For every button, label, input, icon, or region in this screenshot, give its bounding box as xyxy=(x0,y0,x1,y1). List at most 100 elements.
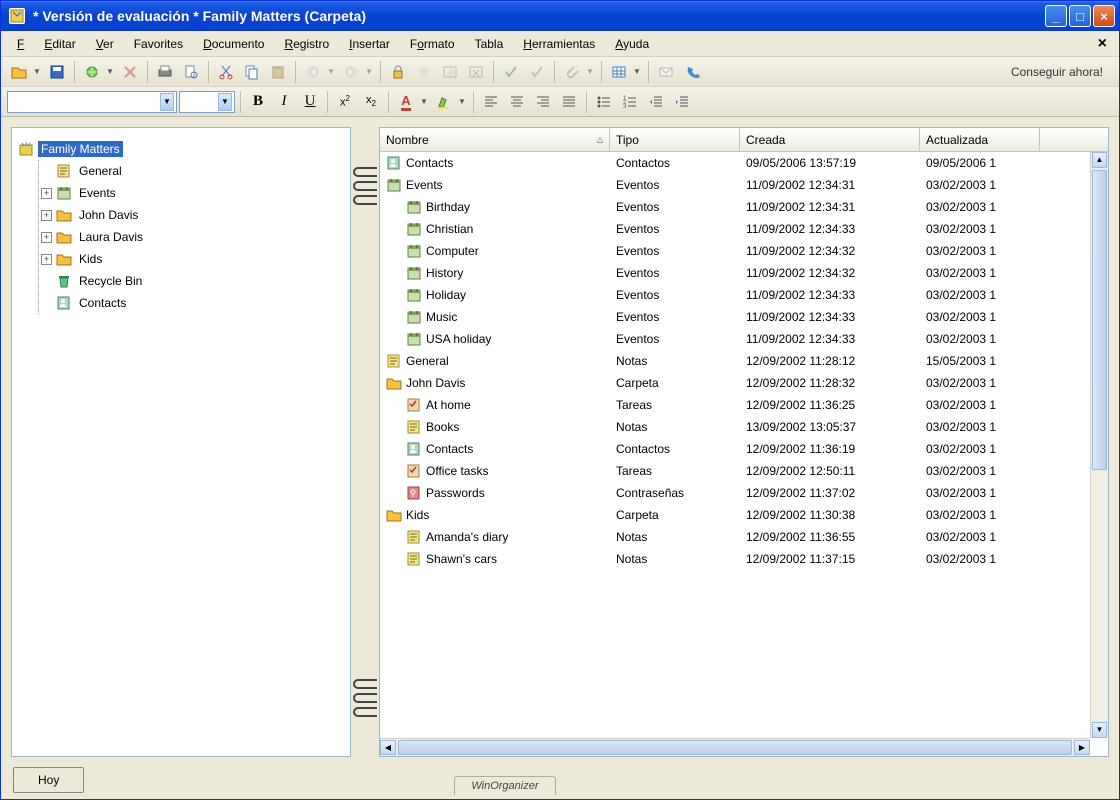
menu-fichero[interactable]: F xyxy=(7,33,34,55)
indent-button[interactable] xyxy=(670,90,694,114)
tree-panel[interactable]: Family Matters General+Events+John Davis… xyxy=(11,127,351,757)
lock-button[interactable] xyxy=(386,60,410,84)
menu-herramientas[interactable]: Herramientas xyxy=(513,33,605,55)
open-dropdown[interactable]: ▼ xyxy=(33,67,43,76)
close-doc-button[interactable] xyxy=(464,60,488,84)
tree-item[interactable]: +Laura Davis xyxy=(41,226,344,248)
tree-item[interactable]: General xyxy=(41,160,344,182)
menu-documento[interactable]: Documento xyxy=(193,33,274,55)
favorite-button[interactable] xyxy=(412,60,436,84)
back-button[interactable] xyxy=(301,60,325,84)
print-button[interactable] xyxy=(153,60,177,84)
table-row[interactable]: HolidayEventos11/09/2002 12:34:3303/02/2… xyxy=(380,284,1108,306)
check2-button[interactable] xyxy=(525,60,549,84)
menu-close-icon[interactable]: × xyxy=(1092,35,1113,53)
italic-button[interactable]: I xyxy=(272,90,296,114)
font-color-button[interactable]: A xyxy=(394,90,418,114)
table-row[interactable]: GeneralNotas12/09/2002 11:28:1215/05/200… xyxy=(380,350,1108,372)
hscroll-thumb[interactable] xyxy=(398,740,1072,755)
menu-ver[interactable]: Ver xyxy=(86,33,124,55)
horizontal-scrollbar[interactable]: ◀ ▶ xyxy=(380,738,1090,756)
table-row[interactable]: USA holidayEventos11/09/2002 12:34:3303/… xyxy=(380,328,1108,350)
table-row[interactable]: Amanda's diaryNotas12/09/2002 11:36:5503… xyxy=(380,526,1108,548)
table-row[interactable]: PasswordsContraseñas12/09/2002 11:37:020… xyxy=(380,482,1108,504)
outdent-button[interactable] xyxy=(644,90,668,114)
tree-item[interactable]: Recycle Bin xyxy=(41,270,344,292)
table-row[interactable]: John DavisCarpeta12/09/2002 11:28:3203/0… xyxy=(380,372,1108,394)
col-creada[interactable]: Creada xyxy=(740,128,920,151)
col-nombre[interactable]: Nombre△ xyxy=(380,128,610,151)
check-button[interactable] xyxy=(499,60,523,84)
superscript-button[interactable]: x2 xyxy=(333,90,357,114)
table-row[interactable]: ComputerEventos11/09/2002 12:34:3203/02/… xyxy=(380,240,1108,262)
menu-registro[interactable]: Registro xyxy=(274,33,339,55)
numbering-button[interactable]: 123 xyxy=(618,90,642,114)
scroll-right-button[interactable]: ▶ xyxy=(1074,740,1090,755)
copy-button[interactable] xyxy=(240,60,264,84)
minimize-button[interactable]: _ xyxy=(1045,5,1067,27)
list-body[interactable]: ContactsContactos09/05/2006 13:57:1909/0… xyxy=(380,152,1108,756)
tree-item[interactable]: +John Davis xyxy=(41,204,344,226)
align-left-button[interactable] xyxy=(479,90,503,114)
expander-icon[interactable]: + xyxy=(41,188,52,199)
expander-icon[interactable]: + xyxy=(41,210,52,221)
table-row[interactable]: ContactsContactos09/05/2006 13:57:1909/0… xyxy=(380,152,1108,174)
forward-button[interactable] xyxy=(339,60,363,84)
scroll-left-button[interactable]: ◀ xyxy=(380,740,396,755)
highlight-button[interactable] xyxy=(432,90,456,114)
menu-tabla[interactable]: Tabla xyxy=(465,33,514,55)
tree-item[interactable]: Contacts xyxy=(41,292,344,314)
size-combo[interactable]: ▼ xyxy=(179,91,235,113)
preview-button[interactable] xyxy=(179,60,203,84)
bullets-button[interactable] xyxy=(592,90,616,114)
attach-dropdown[interactable]: ▼ xyxy=(586,67,596,76)
tree-root[interactable]: Family Matters xyxy=(18,138,344,160)
phone-button[interactable] xyxy=(680,60,704,84)
menu-ayuda[interactable]: Ayuda xyxy=(605,33,659,55)
cut-button[interactable] xyxy=(214,60,238,84)
tree-item[interactable]: +Events xyxy=(41,182,344,204)
table-row[interactable]: Shawn's carsNotas12/09/2002 11:37:1503/0… xyxy=(380,548,1108,570)
expander-icon[interactable]: + xyxy=(41,254,52,265)
new-dropdown[interactable]: ▼ xyxy=(106,67,116,76)
table-row[interactable]: BirthdayEventos11/09/2002 12:34:3103/02/… xyxy=(380,196,1108,218)
forward-dropdown[interactable]: ▼ xyxy=(365,67,375,76)
scroll-up-button[interactable]: ▲ xyxy=(1092,152,1107,168)
today-button[interactable]: Hoy xyxy=(13,767,84,793)
close-button[interactable]: × xyxy=(1093,5,1115,27)
scroll-thumb[interactable] xyxy=(1092,170,1107,470)
scroll-down-button[interactable]: ▼ xyxy=(1092,722,1107,738)
vertical-scrollbar[interactable]: ▲ ▼ xyxy=(1090,152,1108,738)
paste-button[interactable] xyxy=(266,60,290,84)
subscript-button[interactable]: x2 xyxy=(359,90,383,114)
menu-formato[interactable]: Formato xyxy=(400,33,465,55)
highlight-dropdown[interactable]: ▼ xyxy=(458,97,468,106)
attach-button[interactable] xyxy=(560,60,584,84)
table-row[interactable]: At homeTareas12/09/2002 11:36:2503/02/20… xyxy=(380,394,1108,416)
back-dropdown[interactable]: ▼ xyxy=(327,67,337,76)
table-row[interactable]: ContactsContactos12/09/2002 11:36:1903/0… xyxy=(380,438,1108,460)
bold-button[interactable]: B xyxy=(246,90,270,114)
align-right-button[interactable] xyxy=(531,90,555,114)
col-actualizada[interactable]: Actualizada xyxy=(920,128,1040,151)
table-dropdown[interactable]: ▼ xyxy=(633,67,643,76)
justify-button[interactable] xyxy=(557,90,581,114)
save-button[interactable] xyxy=(45,60,69,84)
menu-favorites[interactable]: Favorites xyxy=(124,33,193,55)
table-row[interactable]: BooksNotas13/09/2002 13:05:3703/02/2003 … xyxy=(380,416,1108,438)
font-combo[interactable]: ▼ xyxy=(7,91,177,113)
menu-editar[interactable]: Editar xyxy=(34,33,85,55)
font-color-dropdown[interactable]: ▼ xyxy=(420,97,430,106)
table-row[interactable]: ChristianEventos11/09/2002 12:34:3303/02… xyxy=(380,218,1108,240)
open-button[interactable] xyxy=(7,60,31,84)
expander-icon[interactable]: + xyxy=(41,232,52,243)
tree-item[interactable]: +Kids xyxy=(41,248,344,270)
mail-button[interactable] xyxy=(654,60,678,84)
table-row[interactable]: HistoryEventos11/09/2002 12:34:3203/02/2… xyxy=(380,262,1108,284)
menu-insertar[interactable]: Insertar xyxy=(339,33,400,55)
align-center-button[interactable] xyxy=(505,90,529,114)
table-row[interactable]: EventsEventos11/09/2002 12:34:3103/02/20… xyxy=(380,174,1108,196)
table-button[interactable] xyxy=(607,60,631,84)
new-button[interactable] xyxy=(80,60,104,84)
edit-button[interactable] xyxy=(438,60,462,84)
